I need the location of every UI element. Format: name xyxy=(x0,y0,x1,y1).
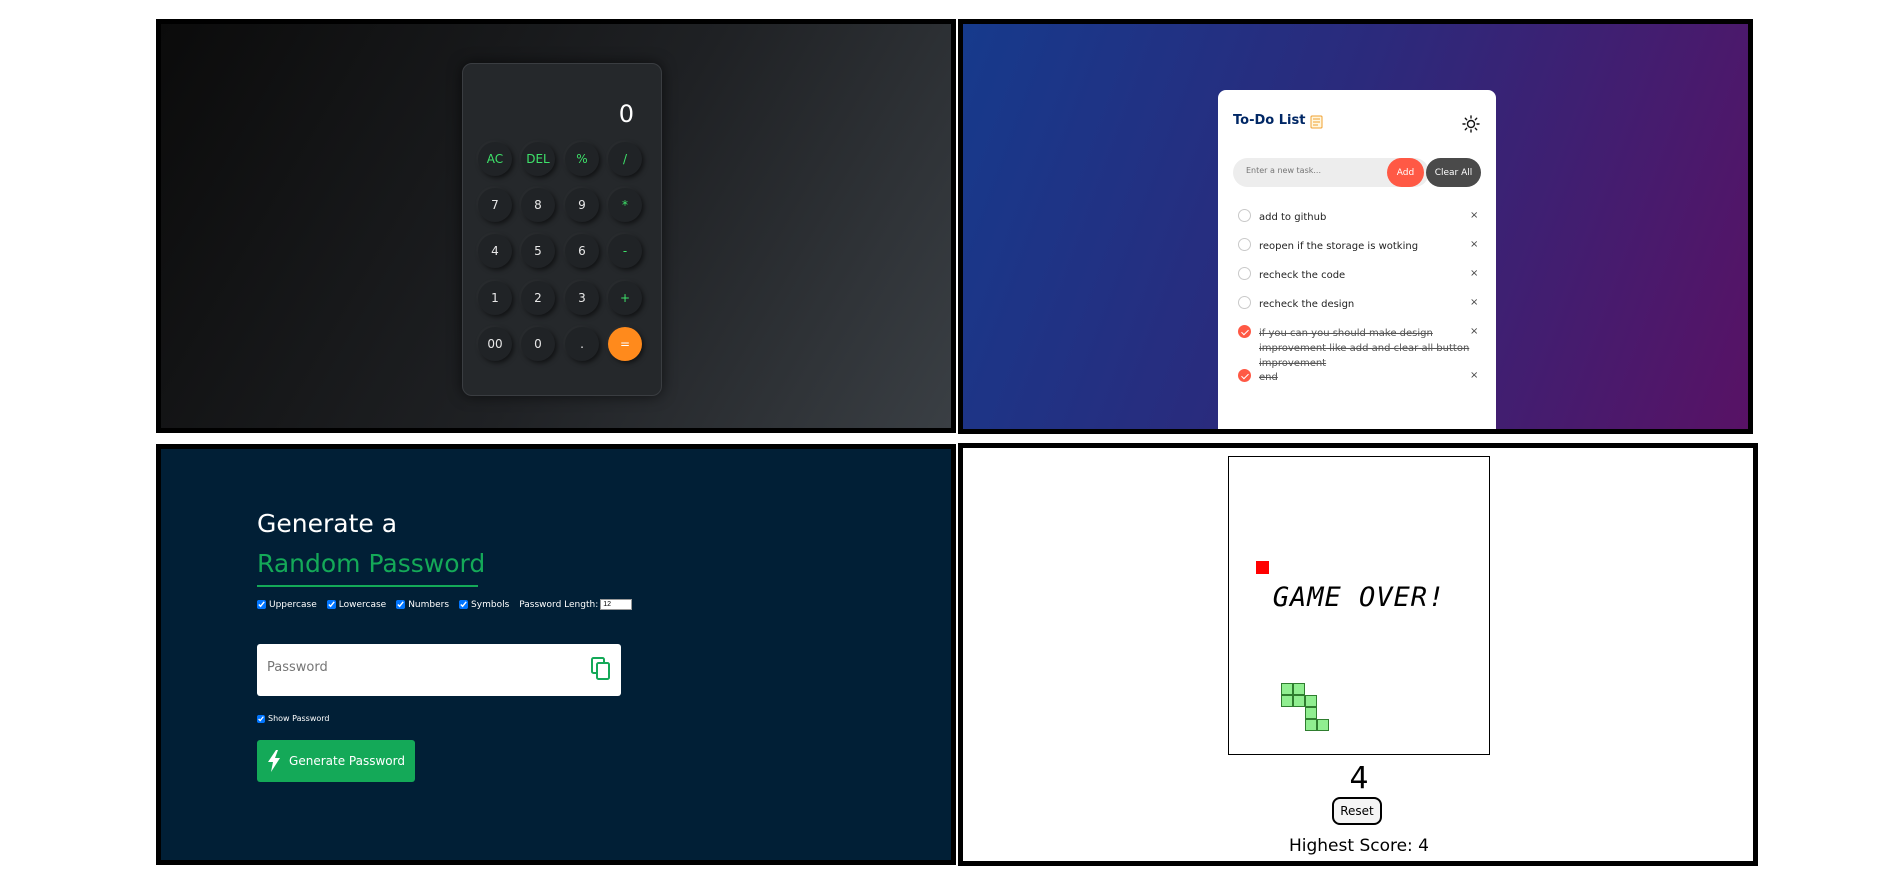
todo-checkbox-checked[interactable] xyxy=(1238,369,1251,382)
calc-key-ac[interactable]: AC xyxy=(478,142,512,176)
todo-item-text: recheck the design xyxy=(1259,299,1355,310)
copy-icon[interactable] xyxy=(590,657,612,681)
calculator-display: 0 xyxy=(618,100,634,128)
snake-segment xyxy=(1293,683,1305,695)
symbols-checkbox[interactable] xyxy=(459,600,469,609)
todo-add-button[interactable]: Add xyxy=(1387,158,1424,187)
numbers-label: Numbers xyxy=(408,599,450,610)
snake-segment xyxy=(1305,719,1317,731)
generate-password-label: Generate Password xyxy=(289,754,405,768)
snake-segment xyxy=(1293,695,1305,707)
game-board[interactable]: GAME OVER! xyxy=(1228,456,1490,755)
symbols-label: Symbols xyxy=(471,599,510,610)
uppercase-label: Uppercase xyxy=(269,599,317,610)
password-length-input[interactable] xyxy=(600,599,633,610)
todo-item-text: add to github xyxy=(1259,212,1327,223)
calc-key-0[interactable]: 0 xyxy=(521,327,555,361)
calc-key-9[interactable]: 9 xyxy=(565,188,599,222)
game-over-message: GAME OVER! xyxy=(1272,582,1446,613)
uppercase-checkbox[interactable] xyxy=(257,600,266,609)
snake-segment xyxy=(1317,719,1329,731)
page-title-highlight: Random Password xyxy=(257,549,486,578)
snake-segment xyxy=(1305,695,1317,707)
generate-password-button[interactable]: Generate Password xyxy=(257,740,415,782)
calc-key-plus[interactable]: + xyxy=(608,281,642,315)
food-tile xyxy=(1256,561,1269,574)
calc-key-8[interactable]: 8 xyxy=(521,188,555,222)
current-score: 4 xyxy=(1349,761,1369,796)
page-title: Generate a xyxy=(257,509,398,538)
numbers-checkbox[interactable] xyxy=(396,600,406,609)
calc-key-5[interactable]: 5 xyxy=(521,234,555,268)
todo-checkbox[interactable] xyxy=(1238,267,1251,280)
notepad-icon xyxy=(1310,115,1323,129)
calc-key-minus[interactable]: - xyxy=(608,234,642,268)
delete-icon[interactable]: × xyxy=(1470,297,1478,308)
show-password-checkbox[interactable] xyxy=(257,714,265,723)
calc-key-2[interactable]: 2 xyxy=(521,281,555,315)
calc-key-1[interactable]: 1 xyxy=(478,281,512,315)
todo-item-text: recheck the code xyxy=(1259,270,1346,281)
todo-checkbox[interactable] xyxy=(1238,296,1251,309)
calc-key-00[interactable]: 00 xyxy=(478,327,512,361)
snake-game-panel: GAME OVER! 4 Reset Highest Score: 4 xyxy=(958,443,1758,866)
delete-icon[interactable]: × xyxy=(1470,326,1478,337)
calc-key-6[interactable]: 6 xyxy=(565,234,599,268)
calc-key-4[interactable]: 4 xyxy=(478,234,512,268)
calc-key-3[interactable]: 3 xyxy=(565,281,599,315)
todo-checkbox-checked[interactable] xyxy=(1238,325,1251,338)
reset-button[interactable]: Reset xyxy=(1332,797,1382,825)
uppercase-option[interactable]: Uppercase xyxy=(257,600,317,610)
calc-key-del[interactable]: DEL xyxy=(521,142,555,176)
numbers-option[interactable]: Numbers xyxy=(396,600,449,610)
delete-icon[interactable]: × xyxy=(1470,210,1478,221)
lightning-icon xyxy=(268,750,281,772)
delete-icon[interactable]: × xyxy=(1470,370,1478,381)
calc-key-multiply[interactable]: * xyxy=(608,188,642,222)
calc-key-equals[interactable]: = xyxy=(608,327,642,361)
todo-item-text: end xyxy=(1259,372,1278,383)
calc-key-percent[interactable]: % xyxy=(565,142,599,176)
snake-segment xyxy=(1281,683,1293,695)
todo-checkbox[interactable] xyxy=(1238,209,1251,222)
todo-task-input[interactable] xyxy=(1246,166,1366,175)
password-generator-panel: Generate a Random Password Uppercase Low… xyxy=(156,444,956,865)
snake-segment xyxy=(1305,707,1317,719)
calculator-panel: 0 AC DEL % / 7 8 9 * 4 5 6 - 1 2 3 + 00 … xyxy=(156,19,956,433)
highest-score: Highest Score: 4 xyxy=(1288,836,1430,856)
calculator: 0 AC DEL % / 7 8 9 * 4 5 6 - 1 2 3 + 00 … xyxy=(462,63,662,396)
todo-checkbox[interactable] xyxy=(1238,238,1251,251)
password-length-label: Password Length: xyxy=(519,599,599,610)
todo-title: To-Do List xyxy=(1233,113,1306,128)
password-options: Uppercase Lowercase Numbers Symbols Pass… xyxy=(257,599,633,610)
password-output-input[interactable] xyxy=(267,660,557,675)
show-password-option[interactable]: Show Password xyxy=(257,714,330,723)
lowercase-option[interactable]: Lowercase xyxy=(326,599,387,610)
todo-clear-all-button[interactable]: Clear All xyxy=(1426,158,1481,187)
lowercase-label: Lowercase xyxy=(338,599,387,610)
todo-item-text: if you can you should make design improv… xyxy=(1259,328,1470,369)
delete-icon[interactable]: × xyxy=(1470,268,1478,279)
calc-key-divide[interactable]: / xyxy=(608,142,642,176)
delete-icon[interactable]: × xyxy=(1470,239,1478,250)
show-password-label: Show Password xyxy=(268,714,330,723)
todo-item-text: reopen if the storage is wotking xyxy=(1259,241,1419,252)
lowercase-checkbox[interactable] xyxy=(326,600,336,609)
snake-segment xyxy=(1281,695,1293,707)
title-underline xyxy=(257,585,478,587)
password-field xyxy=(257,644,621,696)
todo-panel: To-Do List Add Clear All add to github × xyxy=(958,19,1753,434)
calc-key-7[interactable]: 7 xyxy=(478,188,512,222)
calc-key-decimal[interactable]: . xyxy=(565,327,599,361)
theme-toggle-sun-icon[interactable] xyxy=(1462,115,1480,133)
todo-card: To-Do List Add Clear All add to github × xyxy=(1218,90,1496,429)
symbols-option[interactable]: Symbols xyxy=(459,600,509,610)
